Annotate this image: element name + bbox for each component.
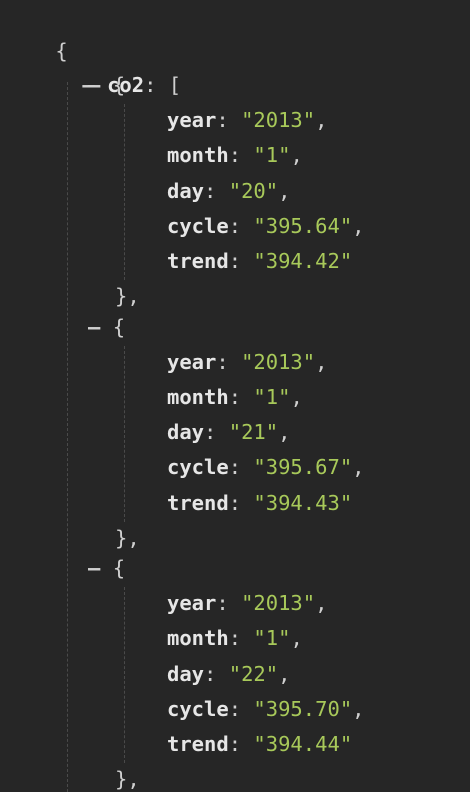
value-day: 20	[241, 178, 266, 203]
field-row-trend: trend: "394.42"	[167, 249, 353, 273]
object-header-row: – {	[88, 312, 125, 342]
object-open-brace: {	[112, 314, 126, 339]
value-trend: 394.43	[265, 490, 340, 515]
key-cycle: cycle	[167, 696, 229, 721]
key-trend: trend	[167, 249, 229, 273]
object-close-brace: },	[115, 525, 140, 550]
key-trend: trend	[167, 490, 229, 515]
indent-guide-object	[124, 104, 125, 280]
field-row-day: day: "21",	[167, 420, 291, 445]
key-day: day	[167, 661, 205, 686]
value-month: 1	[265, 626, 279, 651]
object-header-row: – {	[88, 553, 125, 583]
indent-guide-object	[124, 345, 125, 522]
collapse-toggle-object[interactable]: –	[88, 73, 100, 97]
value-year: 2013	[253, 108, 303, 133]
key-month: month	[167, 143, 229, 168]
value-cycle: 395.67	[265, 455, 340, 480]
object-close-brace: },	[115, 767, 140, 792]
field-row-year: year: "2013",	[167, 349, 328, 374]
key-month: month	[167, 384, 229, 409]
key-year: year	[167, 591, 217, 616]
field-row-year: year: "2013",	[167, 108, 328, 133]
value-cycle: 395.64	[265, 213, 340, 238]
object-close-brace: },	[115, 284, 140, 309]
array-open-bracket: [	[168, 73, 182, 97]
value-month: 1	[265, 384, 279, 409]
key-cycle: cycle	[167, 213, 229, 238]
value-day: 22	[241, 661, 266, 686]
key-month: month	[167, 626, 229, 651]
indent-guide-object	[124, 587, 125, 763]
key-day: day	[167, 178, 205, 203]
array-header-row: – co2: [	[82, 73, 182, 97]
field-row-trend: trend: "394.43"	[167, 490, 353, 515]
value-day: 21	[241, 420, 266, 445]
field-row-month: month: "1",	[167, 384, 303, 409]
collapse-toggle-object[interactable]: –	[88, 315, 100, 339]
field-row-day: day: "22",	[167, 661, 291, 686]
key-year: year	[167, 349, 217, 374]
field-row-day: day: "20",	[167, 178, 291, 203]
value-year: 2013	[253, 591, 303, 616]
object-close-row: },	[115, 764, 140, 792]
field-row-cycle: cycle: "395.67",	[167, 455, 365, 480]
collapse-toggle-object[interactable]: –	[88, 556, 100, 580]
value-trend: 394.44	[265, 732, 340, 756]
value-trend: 394.42	[265, 249, 340, 273]
root-open-brace: {	[6, 6, 67, 63]
field-row-year: year: "2013",	[167, 591, 328, 616]
key-year: year	[167, 108, 217, 133]
value-year: 2013	[253, 349, 303, 374]
object-open-brace: {	[112, 556, 126, 580]
object-open-brace: {	[112, 73, 126, 97]
object-close-row: },	[115, 281, 140, 311]
key-trend: trend	[167, 732, 229, 756]
field-row-cycle: cycle: "395.64",	[167, 213, 365, 238]
field-row-month: month: "1",	[167, 143, 303, 168]
object-close-row: },	[115, 523, 140, 553]
value-month: 1	[265, 143, 279, 168]
field-row-trend: trend: "394.44"	[167, 732, 353, 756]
object-header-row: – {	[88, 70, 125, 100]
field-row-month: month: "1",	[167, 626, 303, 651]
json-viewer: { – co2: [ – { year: "2013", month: "1", da…	[0, 0, 470, 792]
key-cycle: cycle	[167, 455, 229, 480]
value-cycle: 395.70	[265, 696, 340, 721]
indent-guide-array	[67, 82, 68, 792]
field-row-cycle: cycle: "395.70",	[167, 696, 365, 721]
key-day: day	[167, 420, 205, 445]
